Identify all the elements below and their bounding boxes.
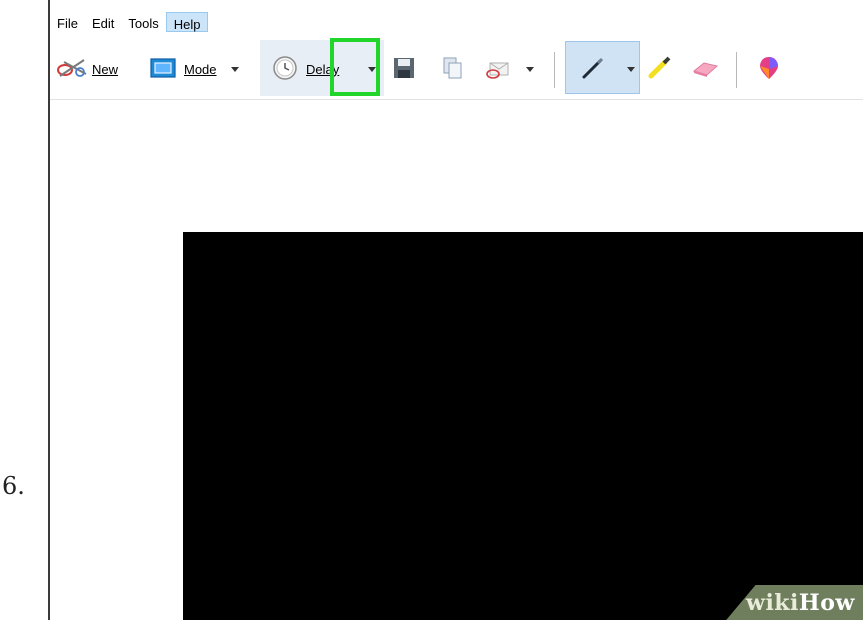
toolbar: New Mode Delay <box>50 38 863 100</box>
toolbar-separator-2 <box>736 52 737 88</box>
menu-tools[interactable]: Tools <box>121 12 165 36</box>
mode-label: Mode <box>184 61 217 77</box>
copy-icon <box>442 56 464 83</box>
watermark-wiki: wiki <box>746 590 799 616</box>
rectangle-mode-icon <box>150 57 176 82</box>
mode-button[interactable]: Mode <box>150 38 239 100</box>
save-button[interactable] <box>392 38 416 100</box>
eraser-button[interactable] <box>690 38 720 100</box>
new-button[interactable]: New <box>56 38 118 100</box>
clock-icon <box>272 55 298 84</box>
paint3d-icon <box>758 55 780 84</box>
save-icon <box>392 56 416 83</box>
menu-bar: File Edit Tools Help <box>50 12 209 36</box>
new-label: New <box>92 61 119 77</box>
save-button-highlight <box>330 38 380 96</box>
send-dropdown-arrow[interactable] <box>526 66 534 72</box>
send-snip-button[interactable] <box>484 38 534 100</box>
pen-icon <box>580 55 606 84</box>
pen-dropdown-arrow <box>627 66 635 72</box>
menu-file[interactable]: File <box>50 12 85 36</box>
copy-button[interactable] <box>442 38 464 100</box>
wikihow-watermark: wikiHow <box>746 590 855 616</box>
mode-dropdown-arrow[interactable] <box>230 66 239 72</box>
eraser-icon <box>690 56 720 83</box>
pen-dropdown[interactable] <box>627 38 635 100</box>
highlighter-button[interactable] <box>646 38 674 100</box>
snipping-tool-window: File Edit Tools Help New Mode Delay wiki… <box>48 0 863 620</box>
toolbar-separator <box>554 52 555 88</box>
step-number: 6. <box>2 472 25 500</box>
menu-help[interactable]: Help <box>165 12 209 32</box>
watermark-how: How <box>798 590 855 616</box>
scissors-icon <box>56 56 90 83</box>
snip-canvas <box>183 232 863 620</box>
paint3d-button[interactable] <box>758 38 780 100</box>
pen-button[interactable] <box>580 38 606 100</box>
highlighter-icon <box>646 55 674 84</box>
envelope-icon <box>484 55 514 84</box>
menu-edit[interactable]: Edit <box>85 12 121 36</box>
